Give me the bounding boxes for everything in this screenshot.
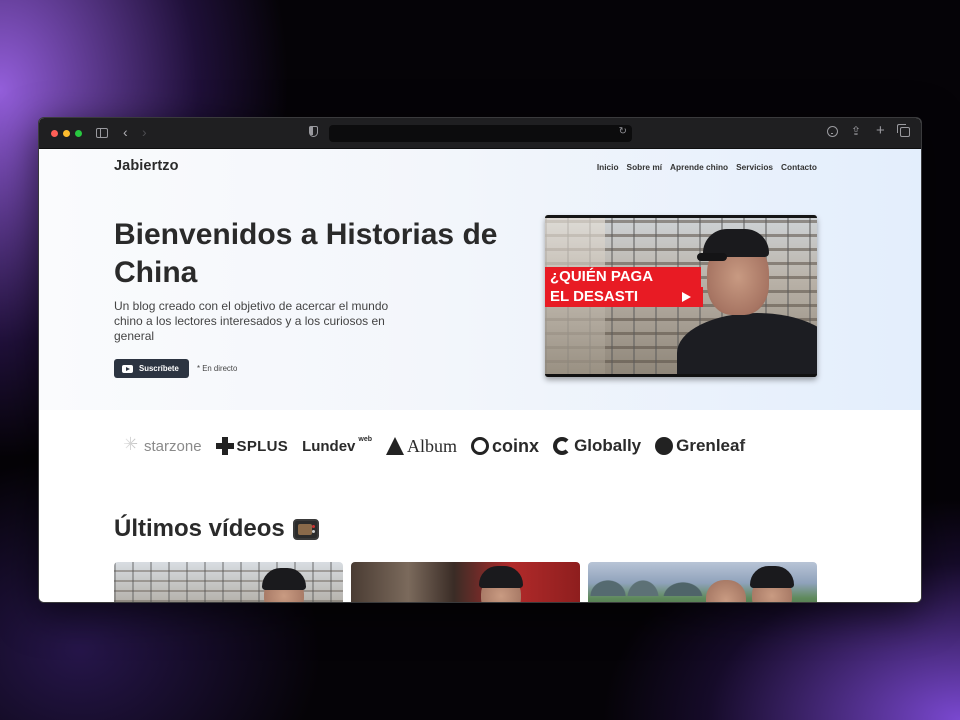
logo-grenleaf-text: Grenleaf — [676, 436, 746, 455]
minimize-window-button[interactable] — [63, 130, 70, 137]
site-brand[interactable]: Jabiertzo — [114, 158, 179, 174]
back-icon[interactable]: ‹ — [123, 124, 128, 140]
subscribe-button[interactable]: Suscríbete — [114, 359, 189, 378]
maximize-window-button[interactable] — [75, 130, 82, 137]
close-window-button[interactable] — [51, 130, 58, 137]
globally-icon — [553, 437, 572, 455]
browser-toolbar: ‹ › ↻ ⇪ + — [39, 118, 921, 149]
coinx-icon — [471, 437, 490, 455]
logo-globally: Globally — [553, 436, 641, 456]
video-card-hills — [588, 576, 708, 596]
album-icon — [386, 437, 405, 455]
video-card-cap — [262, 568, 306, 590]
logo-lundev-text: Lundev — [302, 437, 356, 455]
tabs-icon[interactable] — [897, 124, 910, 137]
logo-lundev: Lundev web — [302, 435, 373, 455]
play-icon[interactable] — [671, 288, 701, 306]
shield-icon[interactable] — [309, 126, 318, 137]
video-card-face — [706, 580, 746, 602]
nav-link-contacto[interactable]: Contacto — [781, 162, 817, 172]
latest-videos-title: Últimos vídeos — [114, 515, 319, 543]
video-card[interactable] — [114, 562, 343, 602]
share-icon[interactable]: ⇪ — [851, 123, 861, 139]
site-header: Jabiertzo Inicio Sobre mí Aprende chino … — [39, 149, 921, 183]
video-card[interactable] — [351, 562, 580, 602]
forward-icon[interactable]: › — [142, 124, 147, 140]
logo-grenleaf: Grenleaf — [655, 436, 745, 456]
nav-link-aprende-chino[interactable]: Aprende chino — [670, 162, 728, 172]
logo-globally-text: Globally — [574, 436, 642, 455]
grenleaf-icon — [655, 437, 674, 455]
reload-icon[interactable]: ↻ — [619, 126, 627, 137]
sidebar-icon[interactable] — [96, 128, 108, 138]
latest-videos-title-text: Últimos vídeos — [114, 515, 285, 542]
logos-fade-right — [739, 429, 829, 463]
logo-coinx: coinx — [471, 436, 539, 457]
logo-starzone-text: starzone — [144, 437, 202, 455]
logo-lundev-tag: web — [358, 435, 373, 443]
browser-window: ‹ › ↻ ⇪ + Jabiertzo Inicio Sobre mí Apre… — [38, 117, 922, 603]
web-page: Jabiertzo Inicio Sobre mí Aprende chino … — [39, 149, 921, 602]
video-frame-top — [545, 215, 817, 218]
video-card-cap — [479, 566, 523, 588]
hero-subtitle: Un blog creado con el objetivo de acerca… — [114, 299, 389, 343]
logo-splus-text: SPLUS — [236, 437, 289, 455]
nav-link-inicio[interactable]: Inicio — [597, 162, 619, 172]
featured-video-thumbnail[interactable]: ¿QUIÉN PAGA EL DESASTI — [545, 215, 817, 377]
subscribe-label: Suscríbete — [139, 364, 179, 373]
video-card-cap — [750, 566, 794, 588]
logo-coinx-text: coinx — [492, 435, 540, 456]
address-bar[interactable]: ↻ — [329, 125, 632, 142]
logo-album: Album — [386, 436, 457, 457]
youtube-icon — [122, 364, 133, 373]
partner-logos: starzone SPLUS Lundev web Album coinx Gl… — [123, 434, 823, 458]
plus-icon[interactable]: + — [876, 123, 885, 139]
nav-link-sobre-mi[interactable]: Sobre mí — [627, 162, 663, 172]
main-nav: Inicio Sobre mí Aprende chino Servicios … — [597, 162, 817, 172]
video-frame-bottom — [545, 374, 817, 377]
hero-title: Bienvenidos a Historias de China — [114, 218, 498, 289]
latest-videos-grid — [114, 562, 817, 602]
video-card[interactable] — [588, 562, 817, 602]
download-icon[interactable] — [827, 126, 838, 137]
splus-icon — [215, 437, 234, 455]
logo-splus: SPLUS — [215, 437, 289, 455]
live-label[interactable]: * En directo — [197, 364, 237, 373]
logo-album-text: Album — [407, 435, 458, 456]
tv-icon — [292, 518, 319, 540]
nav-link-servicios[interactable]: Servicios — [736, 162, 773, 172]
video-banner-line1: ¿QUIÉN PAGA — [545, 267, 701, 287]
logos-fade-left — [117, 429, 137, 463]
